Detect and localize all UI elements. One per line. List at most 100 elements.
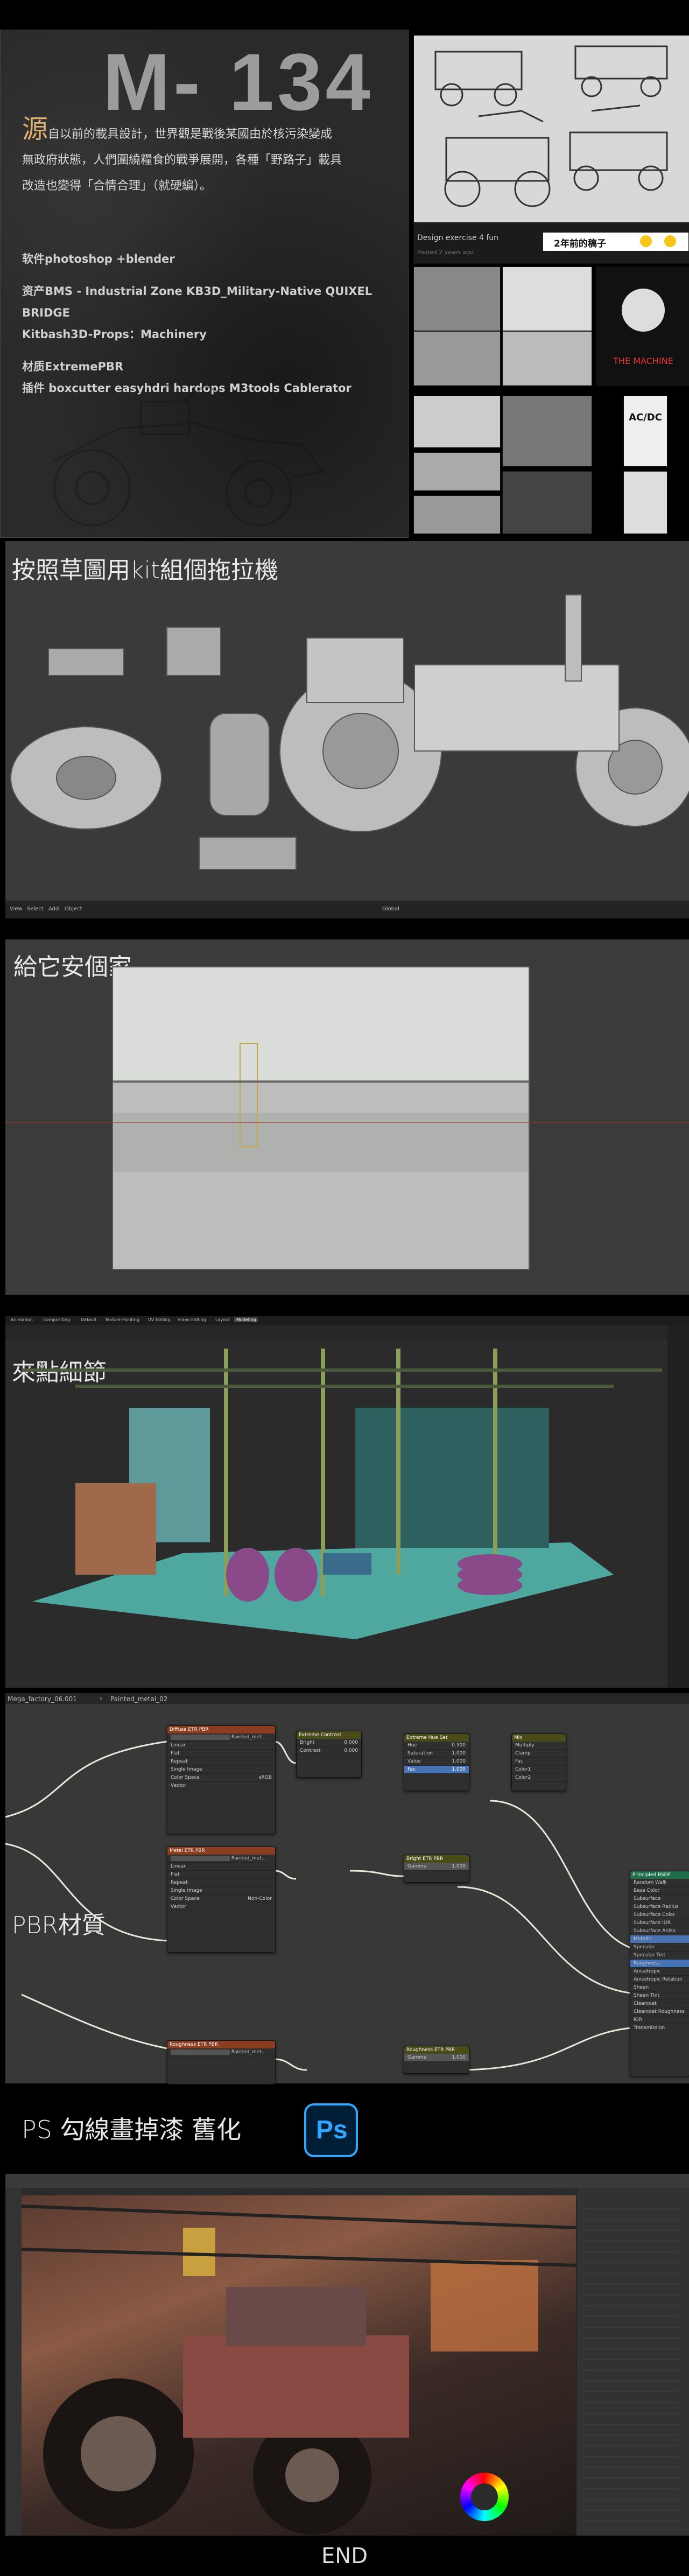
menu-object[interactable]: Object xyxy=(65,906,82,912)
node-color1[interactable]: Color1 xyxy=(512,1766,566,1774)
menu-select[interactable]: Select xyxy=(27,906,44,912)
bsdf-socket[interactable]: IOR xyxy=(630,2016,689,2024)
node-file[interactable]: Painted_met... xyxy=(167,1855,275,1863)
bsdf-socket[interactable]: Sheen Tint xyxy=(630,1992,689,2000)
transform-global[interactable]: Global xyxy=(382,906,399,912)
node-title: Diffuse ETR PBR xyxy=(167,1726,275,1733)
outliner-strip xyxy=(667,1325,689,1688)
moodboard-image xyxy=(413,266,501,331)
node-vector-socket[interactable]: Vector xyxy=(167,1782,275,1790)
bsdf-socket[interactable]: Subsurface IOR xyxy=(630,1919,689,1927)
bsdf-socket[interactable]: Metallic xyxy=(630,1935,689,1943)
gamma-node[interactable]: Bright ETR PBR Gamma 1.000 xyxy=(404,1855,469,1883)
bsdf-socket[interactable]: Anisotropic Rotation xyxy=(630,1976,689,1984)
menu-add[interactable]: Add xyxy=(48,906,59,912)
bsdf-socket[interactable]: Random Walk xyxy=(630,1879,689,1887)
tab-modeling[interactable]: Modeling xyxy=(234,1317,258,1322)
bsdf-socket[interactable]: Sheen xyxy=(630,1984,689,1992)
node-title: Bright ETR PBR xyxy=(404,1855,469,1863)
bsdf-socket[interactable]: Subsurface xyxy=(630,1895,689,1903)
color-wheel-icon[interactable] xyxy=(460,2473,509,2521)
moodboard-image xyxy=(413,452,501,491)
viewport-header xyxy=(5,1325,667,1340)
node-hue[interactable]: Hue 0.500 xyxy=(404,1742,469,1750)
tab-compositing[interactable]: Compositing xyxy=(43,1317,70,1322)
tab-video-editing[interactable]: Video Editing xyxy=(178,1317,206,1322)
factory-scene xyxy=(22,1349,662,1639)
bsdf-socket[interactable]: Subsurface Radius xyxy=(630,1903,689,1911)
node-extension[interactable]: Repeat xyxy=(167,1758,275,1766)
node-source[interactable]: Single Image xyxy=(167,1766,275,1774)
node-projection[interactable]: Flat xyxy=(167,1871,275,1879)
node-colorspace[interactable]: Color Space sRGB xyxy=(167,1774,275,1782)
poster-label: THE MACHINE xyxy=(613,356,673,366)
node-gamma[interactable]: Gamma 1.000 xyxy=(404,1863,469,1871)
tab-texture-painting[interactable]: Texture Painting xyxy=(105,1317,139,1322)
menu-view[interactable]: View xyxy=(10,906,23,912)
post-caption: Design exercise 4 fun xyxy=(417,234,499,242)
hue-sat-node[interactable]: Extreme Hue Sat Hue 0.500 Saturation 1.000… xyxy=(404,1733,469,1791)
blender-footer: View Select Add Object Global xyxy=(5,901,689,918)
principled-bsdf-node[interactable]: Principled BSDF Random Walk Base Color S… xyxy=(630,1871,689,2076)
tab-layout[interactable]: Layout xyxy=(215,1317,230,1322)
node-colorspace[interactable]: Color Space Non-Color xyxy=(167,1895,275,1903)
bright-contrast-node[interactable]: Extreme Contrast Bright 0.000 Contrast 0.0… xyxy=(296,1731,362,1778)
node-vector-socket[interactable]: Vector xyxy=(167,1903,275,1911)
moodboard-image: THE MACHINE xyxy=(596,266,689,386)
node-value[interactable]: Value 1.000 xyxy=(404,1758,469,1766)
moodboard: THE MACHINE AC/DC xyxy=(413,266,689,538)
image-texture-node-metal[interactable]: Metal ETR PBR Painted_met... Linear Flat… xyxy=(167,1847,276,1953)
node-source[interactable]: Single Image xyxy=(167,1887,275,1895)
bsdf-socket[interactable]: Roughness xyxy=(630,1960,689,1968)
workspace-tabs: Animation Compositing Default Texture Pa… xyxy=(5,1316,689,1325)
node-title: Roughness ETR PBR xyxy=(404,2046,469,2054)
material-line: 材质ExtremePBR xyxy=(22,360,124,373)
node-mix-fac[interactable]: Fac xyxy=(512,1758,566,1766)
bsdf-socket[interactable]: Clearcoat Roughness xyxy=(630,2008,689,2016)
node-projection[interactable]: Flat xyxy=(167,1750,275,1758)
image-texture-node-diffuse[interactable]: Diffuse ETR PBR Painted_met... Linear Fl… xyxy=(167,1725,276,1834)
bsdf-socket[interactable]: Subsurface Color xyxy=(630,1911,689,1919)
post-time: Posted 2 years ago xyxy=(417,249,474,256)
moodboard-image xyxy=(502,266,592,331)
mix-node[interactable]: Mix Multiply Clamp Fac Color1 Color2 xyxy=(511,1733,566,1791)
bsdf-socket[interactable]: Specular xyxy=(630,1943,689,1952)
bsdf-socket[interactable]: Base Color xyxy=(630,1887,689,1895)
bsdf-socket[interactable]: Specular Tint xyxy=(630,1952,689,1960)
desc-line-1: 自以前的載具設計，世界觀是戰後某國由於核污染變成 xyxy=(48,128,333,141)
end-label: END xyxy=(321,2544,368,2568)
moodboard-image xyxy=(502,396,592,467)
node-extension[interactable]: Repeat xyxy=(167,1879,275,1887)
image-texture-node-roughness[interactable]: Roughness ETR PBR Painted_met... xyxy=(167,2040,276,2084)
node-contrast[interactable]: Contrast 0.000 xyxy=(297,1747,361,1755)
moodboard-image xyxy=(413,331,501,386)
bsdf-socket[interactable]: Anisotropic xyxy=(630,1968,689,1976)
node-fac[interactable]: Fac 1.000 xyxy=(404,1766,469,1774)
moodboard-image xyxy=(413,396,501,448)
node-interp[interactable]: Linear xyxy=(167,1742,275,1750)
node-bright[interactable]: Bright 0.000 xyxy=(297,1739,361,1747)
bsdf-socket[interactable]: Clearcoat xyxy=(630,2000,689,2008)
node-title: Extreme Contrast xyxy=(297,1731,361,1739)
node-saturation[interactable]: Saturation 1.000 xyxy=(404,1750,469,1758)
bsdf-socket[interactable]: Subsurface Aniso xyxy=(630,1927,689,1935)
node-mode[interactable]: Multiply xyxy=(512,1742,566,1750)
node-title: Roughness ETR PBR xyxy=(167,2041,275,2048)
node-file[interactable]: Painted_met... xyxy=(167,1733,275,1742)
node-clamp[interactable]: Clamp xyxy=(512,1750,566,1758)
tab-default[interactable]: Default xyxy=(81,1317,96,1322)
node-gamma[interactable]: Gamma 1.000 xyxy=(404,2054,469,2062)
node-title: Metal ETR PBR xyxy=(167,1847,275,1855)
moodboard-image xyxy=(502,331,592,386)
vehicle-sketch xyxy=(53,384,326,527)
tab-uv-editing[interactable]: UV Editing xyxy=(148,1317,171,1322)
node-color2[interactable]: Color2 xyxy=(512,1774,566,1782)
gamma-node-roughness[interactable]: Roughness ETR PBR Gamma 1.000 xyxy=(404,2046,469,2074)
assets-line-1: 资产BMS - Industrial Zone KB3D_Military-Na… xyxy=(22,285,372,319)
tab-animation[interactable]: Animation xyxy=(11,1317,33,1322)
header-panel: M- 134 源自以前的載具設計，世界觀是戰後某國由於核污染變成 無政府狀態，人… xyxy=(0,30,409,538)
bsdf-socket[interactable]: Transmission xyxy=(630,2024,689,2032)
node-file[interactable]: Painted_met... xyxy=(167,2048,275,2056)
acdc-label: AC/DC xyxy=(629,412,662,423)
node-interp[interactable]: Linear xyxy=(167,1863,275,1871)
